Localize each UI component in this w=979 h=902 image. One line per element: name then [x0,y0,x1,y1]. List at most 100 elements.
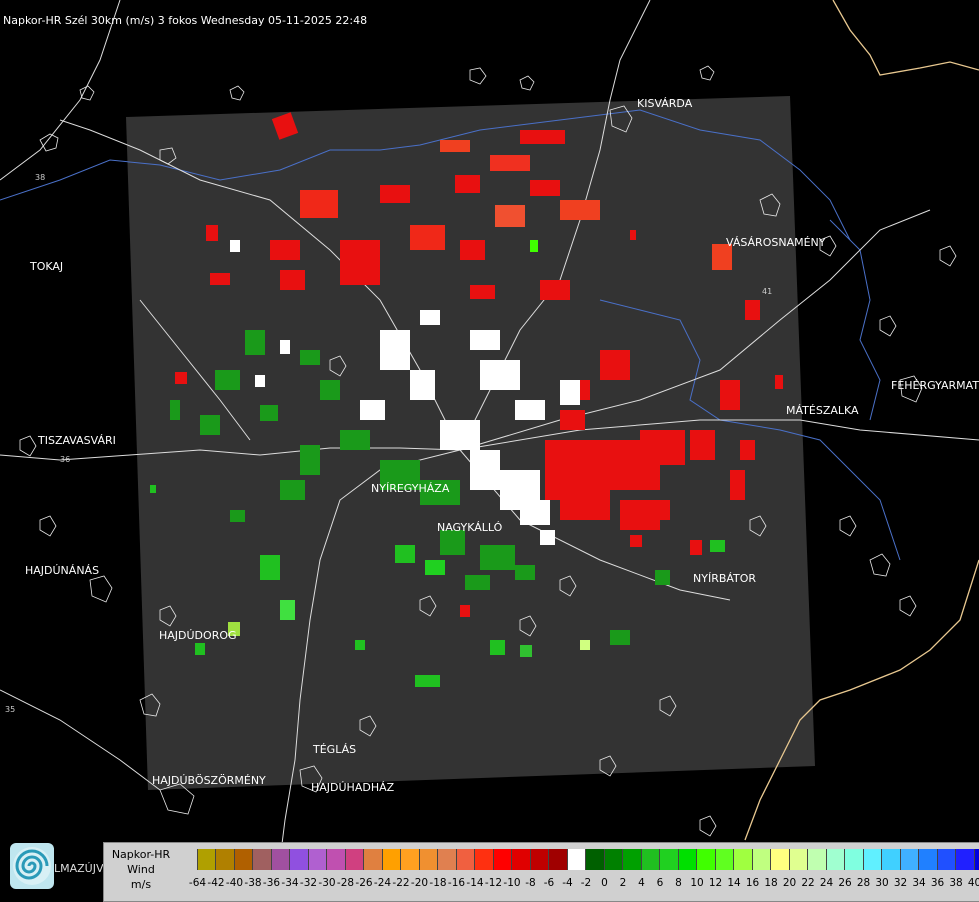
legend-swatch [975,849,979,870]
legend-tick-label: 6 [657,877,664,889]
city-label-hajdunanas: HAJDÚNÁNÁS [25,564,99,577]
legend-title-line3: m/s [106,877,176,892]
legend-swatch [383,849,402,870]
legend-tick-label: 2 [620,877,627,889]
legend-swatches [179,849,979,870]
legend-tick-label: 40 [968,877,979,889]
legend-swatch [531,849,550,870]
legend-tick-label: -10 [503,877,520,889]
city-label-tokaj: TOKAJ [29,260,63,273]
legend-tick-label: -36 [263,877,280,889]
legend-swatch [882,849,901,870]
city-label-nagykallo: NAGYKÁLLÓ [437,521,503,534]
legend-tick-label: 20 [783,877,796,889]
legend-swatch [790,849,809,870]
legend-swatch [901,849,920,870]
road-number-35: 35 [5,705,15,714]
legend-swatch [568,849,587,870]
legend-tick-label: -20 [411,877,428,889]
legend-tick-label: 28 [857,877,870,889]
legend-swatch [697,849,716,870]
legend-tick-label: 18 [764,877,777,889]
legend-tick-label: -18 [429,877,446,889]
legend-tick-label: 16 [746,877,759,889]
legend-tick-label: 0 [601,877,608,889]
legend-swatch [457,849,476,870]
city-label-nyiregyhaza: NYÍREGYHÁZA [371,482,450,495]
legend-tick-label: -6 [544,877,554,889]
legend-tick-label: -22 [392,877,409,889]
legend-swatch [420,849,439,870]
city-label-tiszavasvari: TISZAVASVÁRI [37,434,116,447]
legend-swatch [346,849,365,870]
legend-swatch [642,849,661,870]
city-label-vasarosnameny: VÁSÁROSNAMÉNY [726,236,826,249]
legend-title-line1: Napkor-HR [106,847,176,862]
legend-tick-label: 14 [727,877,740,889]
legend-swatch [549,849,568,870]
napkor-logo [10,843,54,889]
legend-swatch [198,849,217,870]
city-label-nyirbator: NYÍRBÁTOR [693,572,756,585]
legend-tick-label: -34 [281,877,298,889]
legend-tick-label: 10 [690,877,703,889]
legend-tick-label: -64 [189,877,206,889]
legend-swatch [716,849,735,870]
city-label-mateszalka: MÁTÉSZALKA [786,404,859,417]
legend-tick-label: -32 [300,877,317,889]
legend-swatch [438,849,457,870]
legend-tick-label: -14 [466,877,483,889]
legend-swatch [586,849,605,870]
legend-swatch [512,849,531,870]
legend-swatch [956,849,975,870]
road-number-36: 36 [60,455,70,464]
legend-swatch [660,849,679,870]
legend-tick-label: -40 [226,877,243,889]
legend-title: Napkor-HR Wind m/s [106,847,176,892]
legend-swatch [475,849,494,870]
legend-swatch [919,849,938,870]
legend-tick-label: -30 [318,877,335,889]
legend-tick-label: -4 [562,877,572,889]
legend-swatch [235,849,254,870]
legend-tick-label: -24 [374,877,391,889]
legend-swatch [827,849,846,870]
legend-swatch [864,849,883,870]
legend-tick-label: 4 [638,877,645,889]
spiral-icon [10,843,54,889]
legend-swatch [364,849,383,870]
legend-tick-label: 36 [931,877,944,889]
legend-swatch [327,849,346,870]
legend-tick-label: -16 [448,877,465,889]
legend-swatch [401,849,420,870]
city-label-fehergyarmat: FEHÉRGYARMAT [891,379,979,392]
legend-swatch [679,849,698,870]
legend-tick-label: 30 [875,877,888,889]
city-label-hajduboszormeny: HAJDÚBÖSZÖRMÉNY [152,774,266,787]
city-label-hajduhadhaz: HAJDÚHADHÁZ [311,781,395,794]
legend-swatch [938,849,957,870]
legend-tick-label: -8 [525,877,535,889]
legend-swatch [179,849,198,870]
legend-tick-label: -28 [337,877,354,889]
city-label-kisvarda: KISVÁRDA [637,97,693,110]
legend-tick-label: 32 [894,877,907,889]
legend-tick-label: 24 [820,877,833,889]
legend-tick-label: -12 [485,877,502,889]
legend-tick-label: -42 [207,877,224,889]
legend-tick-label: -2 [581,877,591,889]
legend-tick-label: 26 [838,877,851,889]
legend-title-line2: Wind [106,862,176,877]
legend-swatch [845,849,864,870]
legend-swatch [771,849,790,870]
legend-swatch [253,849,272,870]
legend-tick-label: 34 [912,877,925,889]
legend-tick-label: 38 [949,877,962,889]
color-legend: Napkor-HR Wind m/s -64-42-40-38-36-34-32… [103,842,979,902]
city-label-hajdudorog: HAJDÚDOROG [159,629,237,642]
legend-tick-label: 12 [709,877,722,889]
legend-swatch [623,849,642,870]
legend-swatch [216,849,235,870]
legend-tick-label: -26 [355,877,372,889]
radar-map: KISVÁRDA TOKAJ VÁSÁROSNAMÉNY FEHÉRGYARMA… [0,0,979,900]
